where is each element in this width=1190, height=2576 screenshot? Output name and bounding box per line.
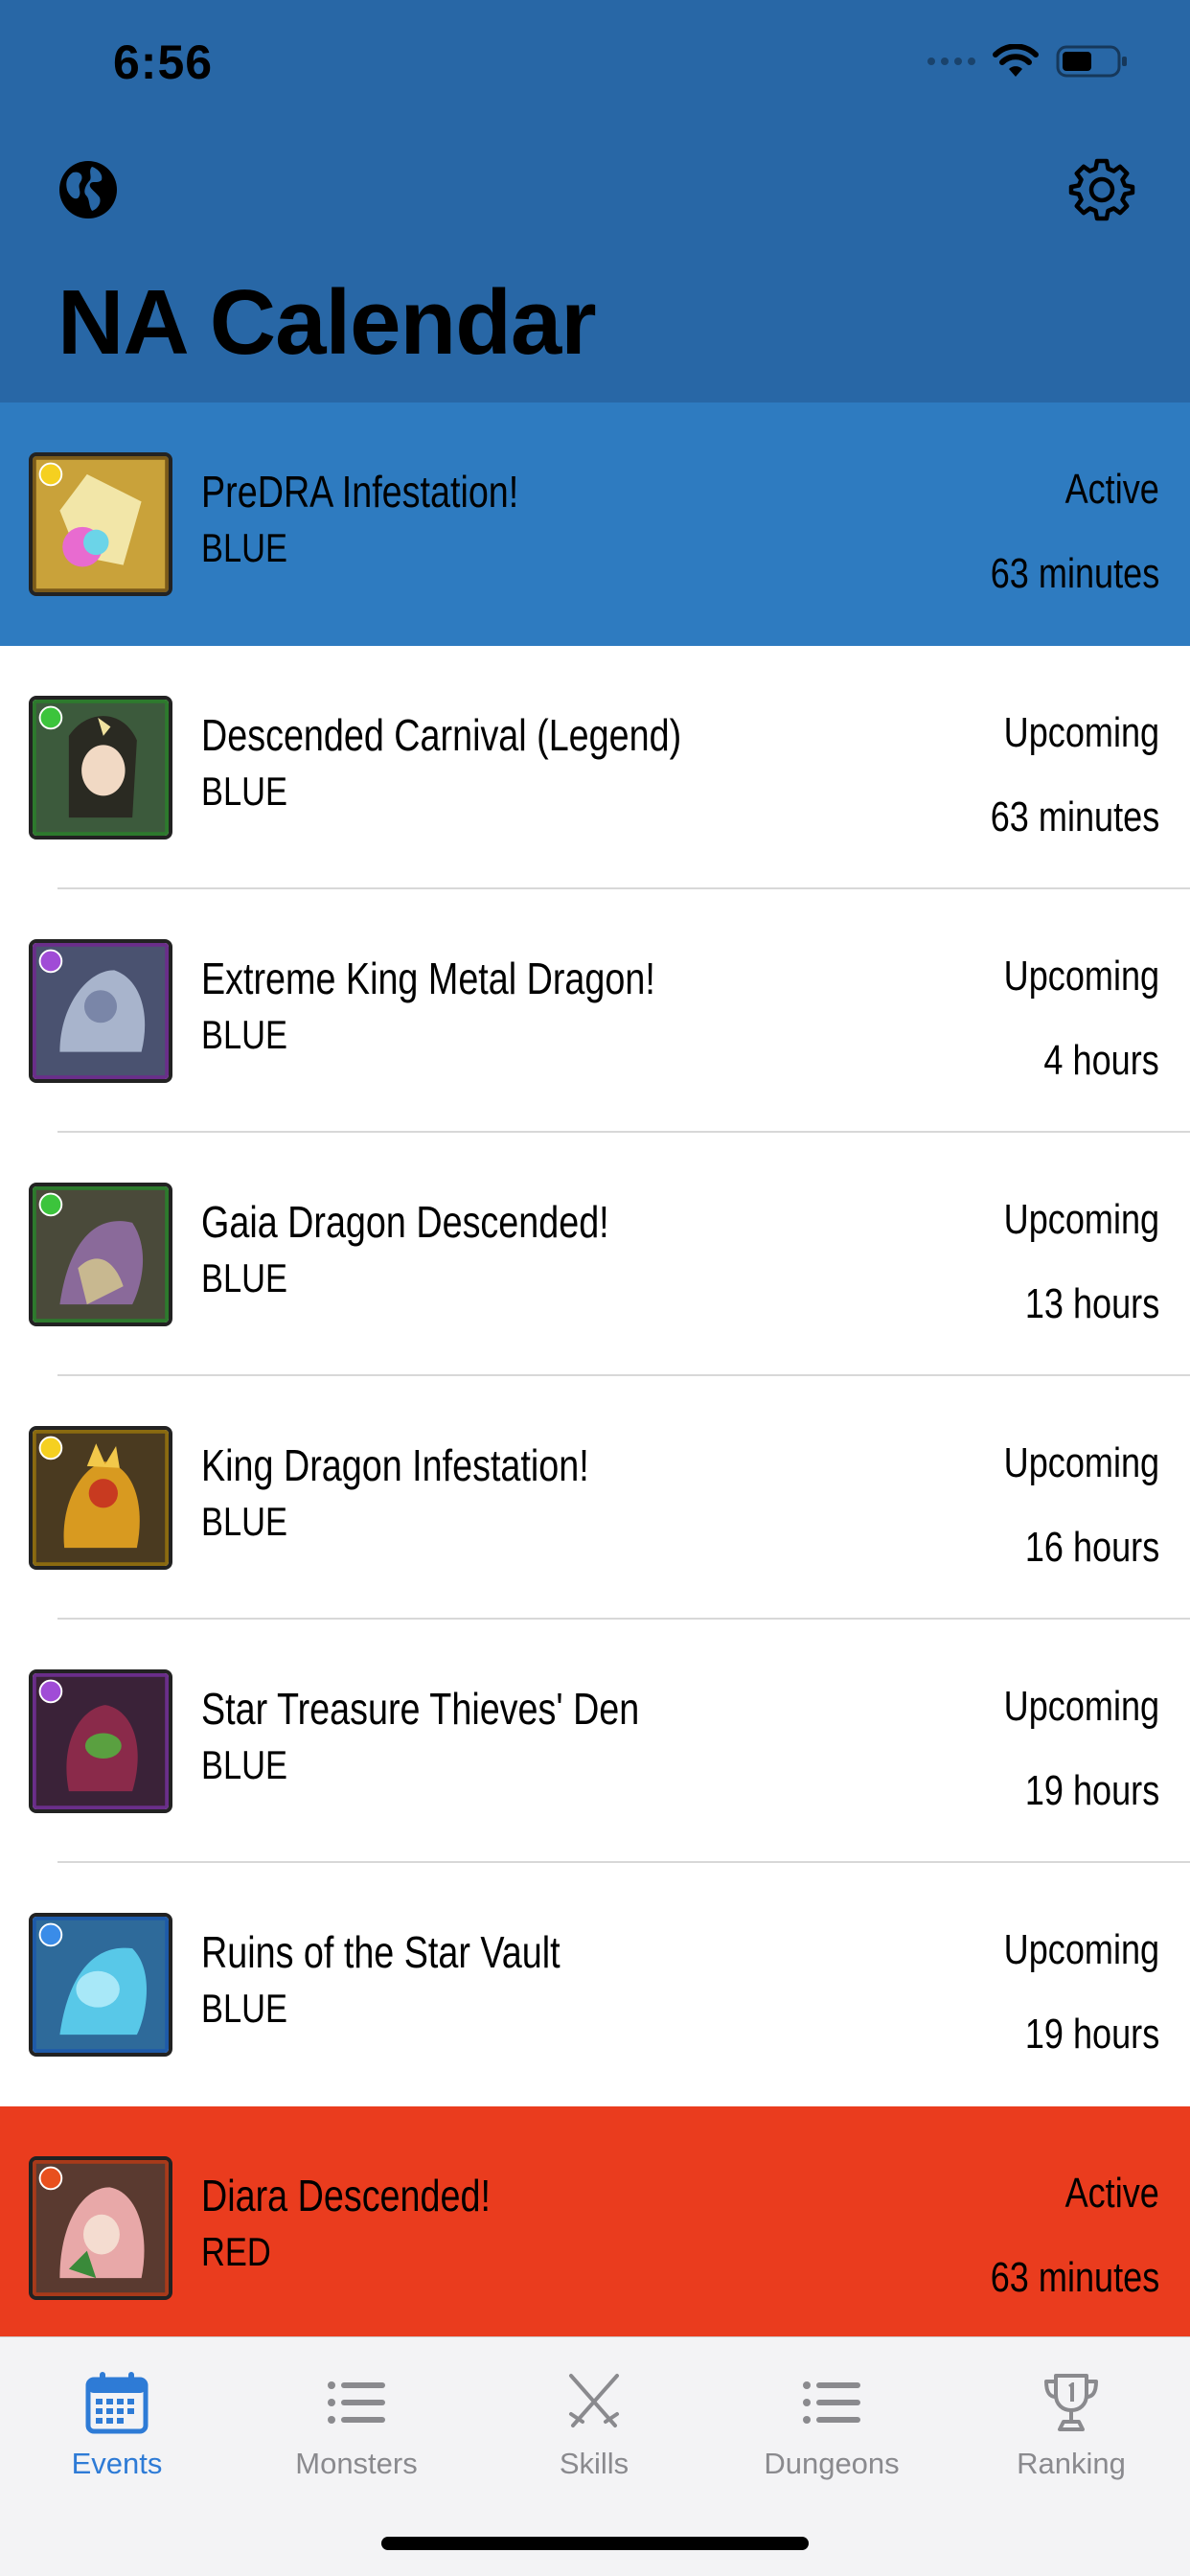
event-group: BLUE [201,1742,287,1787]
tab-monsters[interactable]: Monsters [261,2355,452,2498]
navigation-header: 6:56 NA Calendar [0,0,1190,402]
tab-events[interactable]: Events [21,2355,213,2498]
fire-attribute-monster-icon [29,2156,172,2300]
event-status: Active [1064,2170,1159,2217]
event-name: Diara Descended! [201,2171,491,2220]
event-status: Upcoming [1003,953,1159,1000]
event-time-remaining: 19 hours [1024,1767,1159,1814]
wood-attribute-monster-icon [29,1183,172,1326]
signal-dots-icon [927,58,975,65]
event-time-remaining: 63 minutes [990,2254,1159,2301]
trophy-icon [1044,2374,1098,2431]
tab-label: Ranking [1017,2447,1126,2480]
water-attribute-monster-icon [29,1913,172,2057]
gear-icon[interactable] [1067,155,1136,224]
dark-attribute-monster-icon [29,939,172,1083]
event-row-gaia-dragon-descended[interactable]: Gaia Dragon Descended! BLUE Upcoming 13 … [0,1133,1190,1376]
list-icon [803,2381,860,2424]
event-status: Upcoming [1003,1196,1159,1243]
event-name: Gaia Dragon Descended! [201,1197,609,1247]
event-group: BLUE [201,1255,287,1300]
home-indicator[interactable] [381,2537,809,2550]
tab-bar: Events Monsters Skills Dungeons Ranking [0,2336,1190,2576]
event-row-king-dragon-infestation[interactable]: King Dragon Infestation! BLUE Upcoming 1… [0,1376,1190,1620]
globe-icon[interactable] [54,155,123,224]
tab-label: Dungeons [764,2447,900,2480]
event-time-remaining: 16 hours [1024,1524,1159,1571]
dark-attribute-monster-icon [29,1669,172,1813]
event-group: BLUE [201,769,287,814]
crossed-swords-icon [569,2374,619,2427]
event-group: BLUE [201,1986,287,2031]
wood-attribute-monster-icon [29,696,172,840]
event-status: Upcoming [1003,1439,1159,1486]
page-title: NA Calendar [57,271,597,374]
event-group: RED [201,2229,271,2274]
event-row-diara-descended[interactable]: Diara Descended! RED Active 63 minutes [0,2106,1190,2336]
battery-icon [1056,45,1127,78]
event-row-predra-infestation[interactable]: PreDRA Infestation! BLUE Active 63 minut… [0,402,1190,646]
event-row-ruins-of-the-star-vault[interactable]: Ruins of the Star Vault BLUE Upcoming 19… [0,1863,1190,2106]
status-bar-time: 6:56 [113,35,214,89]
event-row-star-treasure-thieves-den[interactable]: Star Treasure Thieves' Den BLUE Upcoming… [0,1620,1190,1863]
event-group: BLUE [201,1499,287,1544]
event-list[interactable]: PreDRA Infestation! BLUE Active 63 minut… [0,402,1190,2336]
list-icon [328,2381,385,2424]
event-row-extreme-king-metal-dragon[interactable]: Extreme King Metal Dragon! BLUE Upcoming… [0,889,1190,1133]
event-status: Upcoming [1003,1926,1159,1973]
wifi-icon [993,44,1039,77]
event-time-remaining: 13 hours [1024,1280,1159,1327]
event-name: King Dragon Infestation! [201,1440,589,1490]
event-status: Upcoming [1003,1683,1159,1730]
calendar-icon [85,2372,149,2434]
event-status: Upcoming [1003,709,1159,756]
event-time-remaining: 63 minutes [990,550,1159,597]
event-time-remaining: 4 hours [1043,1037,1159,1084]
tab-dungeons[interactable]: Dungeons [736,2355,927,2498]
tab-skills[interactable]: Skills [498,2355,690,2498]
event-name: Descended Carnival (Legend) [201,710,682,760]
event-group: BLUE [201,525,287,570]
event-name: Extreme King Metal Dragon! [201,954,655,1003]
event-status: Active [1064,466,1159,513]
event-time-remaining: 63 minutes [990,794,1159,840]
event-group: BLUE [201,1012,287,1057]
tab-label: Events [71,2447,163,2480]
status-bar-icons [927,42,1129,80]
event-time-remaining: 19 hours [1024,2011,1159,2058]
event-name: Ruins of the Star Vault [201,1927,561,1977]
light-attribute-monster-icon [29,1426,172,1570]
event-name: PreDRA Infestation! [201,467,519,517]
tab-label: Skills [559,2447,629,2480]
event-name: Star Treasure Thieves' Den [201,1684,640,1734]
tab-label: Monsters [295,2447,418,2480]
light-attribute-monster-icon [29,452,172,596]
event-row-descended-carnival[interactable]: Descended Carnival (Legend) BLUE Upcomin… [0,646,1190,889]
tab-ranking[interactable]: Ranking [975,2355,1167,2498]
